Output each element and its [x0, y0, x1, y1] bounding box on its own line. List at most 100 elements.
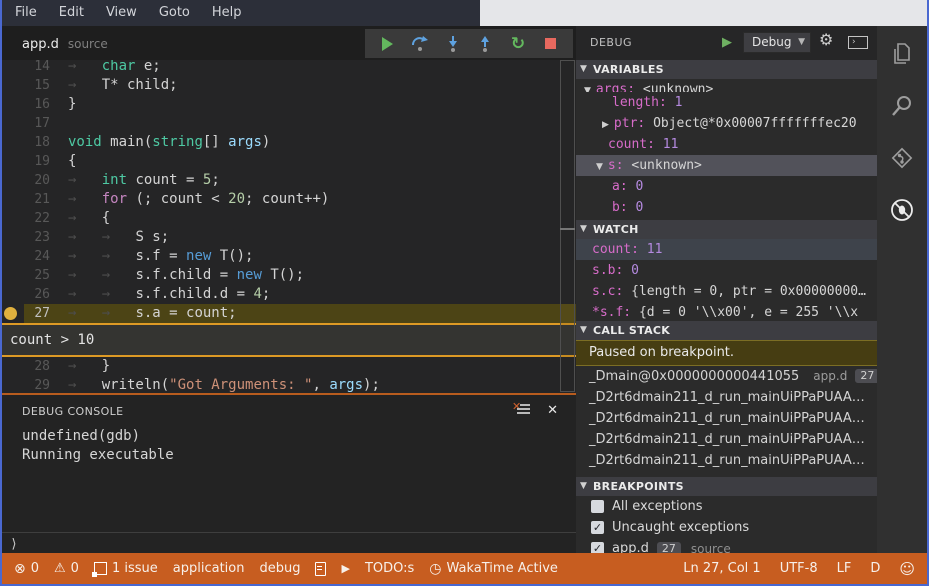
watch-row[interactable]: s.c: {length = 0, ptr = 0x00000000…	[576, 281, 877, 302]
statusbar-run-task[interactable]: ▶	[341, 562, 349, 575]
activitybar-files-icon[interactable]	[877, 30, 927, 78]
stack-frame-row[interactable]: _D2rt6dmain211_d_run_mainUiPPaPUAA…	[576, 450, 877, 471]
activitybar-git-icon[interactable]	[877, 134, 927, 182]
statusbar-feedback[interactable]: ☺	[899, 560, 915, 578]
statusbar-wakatime[interactable]: ◷ WakaTime Active	[429, 561, 558, 577]
code-line[interactable]: 23 → → S s;	[2, 228, 576, 247]
checkbox[interactable]: ✓	[591, 542, 604, 553]
breakpoint-margin[interactable]	[2, 357, 24, 376]
breakpoint-margin[interactable]	[2, 60, 24, 76]
breakpoint-icon[interactable]	[4, 307, 17, 320]
statusbar-encoding[interactable]: UTF-8	[780, 561, 818, 576]
chevron-right-icon[interactable]: ▶	[602, 120, 609, 130]
variable-row[interactable]: b: 0	[576, 197, 877, 218]
breakpoint-margin[interactable]	[2, 247, 24, 266]
statusbar-cursor-position[interactable]: Ln 27, Col 1	[683, 561, 760, 576]
variable-row[interactable]: ▶ ptr: Object@*0x00007fffffffec20	[576, 113, 877, 134]
code-line[interactable]: 16}	[2, 95, 576, 114]
statusbar-todos[interactable]: TODO:s	[365, 561, 414, 576]
code-editor[interactable]: 14 → char e; 15 → T* child; 16} 17 18 void main…	[2, 60, 576, 393]
breakpoint-margin[interactable]	[2, 190, 24, 209]
menu-goto[interactable]: Goto	[148, 0, 201, 26]
start-debug-button[interactable]: ▶	[722, 26, 732, 60]
statusbar-task-debug[interactable]: debug	[259, 561, 300, 576]
debug-config-dropdown[interactable]: Debug ▼	[743, 32, 811, 53]
watch-row[interactable]: s.b: 0	[576, 260, 877, 281]
variable-row[interactable]: ▼ args: <unknown>	[576, 79, 877, 92]
menu-help[interactable]: Help	[201, 0, 253, 26]
stack-frame-row[interactable]: _D2rt6dmain211_d_run_mainUiPPaPUAA…	[576, 408, 877, 429]
code-line[interactable]: 19{	[2, 152, 576, 171]
editor-scrollbar[interactable]	[559, 60, 576, 393]
close-icon[interactable]: ✕	[547, 403, 558, 418]
breakpoint-row[interactable]: ✓ Uncaught exceptions	[576, 517, 877, 538]
code-line[interactable]: 21 → for (; count < 20; count++)	[2, 190, 576, 209]
breakpoint-condition-editor[interactable]: count > 10	[2, 323, 576, 357]
variable-row[interactable]: length: 1	[576, 92, 877, 113]
code-line[interactable]: 18 void main(string[] args)	[2, 133, 576, 152]
watch-row[interactable]: count: 11	[576, 239, 877, 260]
stack-frame-row[interactable]: _D2rt6dmain211_d_run_mainUiPPaPUAA…	[576, 387, 877, 408]
menu-file[interactable]: File	[4, 0, 48, 26]
step-over-button[interactable]	[409, 31, 431, 57]
tab-appd[interactable]: app.d source	[22, 26, 108, 62]
menu-view[interactable]: View	[95, 0, 148, 26]
breakpoint-margin[interactable]	[2, 133, 24, 152]
continue-button[interactable]	[376, 31, 398, 57]
code-line[interactable]: 27 → → s.a = count;	[2, 304, 576, 323]
variable-row[interactable]: count: 11	[576, 134, 877, 155]
watch-row[interactable]: *s.f: {d = 0 '\\x00', e = 255 '\\x	[576, 302, 877, 321]
code-line[interactable]: 17	[2, 114, 576, 133]
breakpoint-margin[interactable]	[2, 114, 24, 133]
scrollbar-thumb[interactable]	[560, 60, 575, 392]
breakpoint-margin[interactable]	[2, 76, 24, 95]
breakpoint-margin[interactable]	[2, 228, 24, 247]
activitybar-debug-icon[interactable]	[877, 186, 927, 234]
checkbox[interactable]: ✓	[591, 521, 604, 534]
breakpoint-margin[interactable]	[2, 152, 24, 171]
statusbar-issues[interactable]: 1 issue	[91, 561, 158, 577]
breakpoint-row[interactable]: ✓ app.d 27 source	[576, 538, 877, 553]
breakpoint-margin[interactable]	[2, 304, 24, 323]
stack-frame-row[interactable]: _D2rt6dmain211_d_run_mainUiPPaPUAA…	[576, 429, 877, 450]
code-line[interactable]: 15 → T* child;	[2, 76, 576, 95]
code-line[interactable]: 26 → → s.f.child.d = 4;	[2, 285, 576, 304]
breakpoint-margin[interactable]	[2, 95, 24, 114]
code-line[interactable]: 22 → {	[2, 209, 576, 228]
code-line[interactable]: 20 → int count = 5;	[2, 171, 576, 190]
variable-row[interactable]: ▼ s: <unknown>	[576, 155, 877, 176]
variable-row[interactable]: a: 0	[576, 176, 877, 197]
clear-console-icon[interactable]: ✕	[512, 400, 530, 416]
open-console-icon[interactable]: ›	[848, 36, 868, 49]
code-line[interactable]: 29 → writeln("Got Arguments: ", args);	[2, 376, 576, 393]
statusbar-language-mode[interactable]: D	[870, 561, 880, 576]
stack-frame-row[interactable]: _Dmain@0x0000000000441055 app.d 27	[576, 366, 877, 387]
breakpoints-section-header[interactable]: ▼ BREAKPOINTS	[576, 477, 877, 496]
menu-edit[interactable]: Edit	[48, 0, 95, 26]
breakpoint-margin[interactable]	[2, 171, 24, 190]
statusbar-task-application[interactable]: application	[173, 561, 245, 576]
chevron-down-icon[interactable]: ▼	[584, 86, 591, 92]
breakpoint-margin[interactable]	[2, 266, 24, 285]
code-line[interactable]: 24 → → s.f = new T();	[2, 247, 576, 266]
statusbar-file-info[interactable]	[315, 561, 327, 576]
variables-section-header[interactable]: ▼ VARIABLES	[576, 60, 877, 79]
code-line[interactable]: 28 → }	[2, 357, 576, 376]
gear-icon[interactable]: ⚙	[819, 30, 833, 49]
stop-button[interactable]	[540, 31, 562, 57]
breakpoint-margin[interactable]	[2, 376, 24, 393]
breakpoint-row[interactable]: All exceptions	[576, 496, 877, 517]
chevron-down-icon[interactable]: ▼	[596, 162, 603, 172]
callstack-section-header[interactable]: ▼ CALL STACK	[576, 321, 877, 340]
breakpoint-margin[interactable]	[2, 285, 24, 304]
code-line[interactable]: 14 → char e;	[2, 60, 576, 76]
console-input[interactable]: ⟩	[2, 532, 576, 553]
watch-section-header[interactable]: ▼ WATCH	[576, 220, 877, 239]
activitybar-search-icon[interactable]	[877, 82, 927, 130]
step-out-button[interactable]	[474, 31, 496, 57]
statusbar-errors[interactable]: ⊗ 0	[14, 561, 39, 577]
statusbar-warnings[interactable]: ⚠ 0	[54, 561, 79, 576]
restart-button[interactable]: ↻	[507, 31, 529, 57]
code-line[interactable]: 25 → → s.f.child = new T();	[2, 266, 576, 285]
step-into-button[interactable]	[442, 31, 464, 57]
